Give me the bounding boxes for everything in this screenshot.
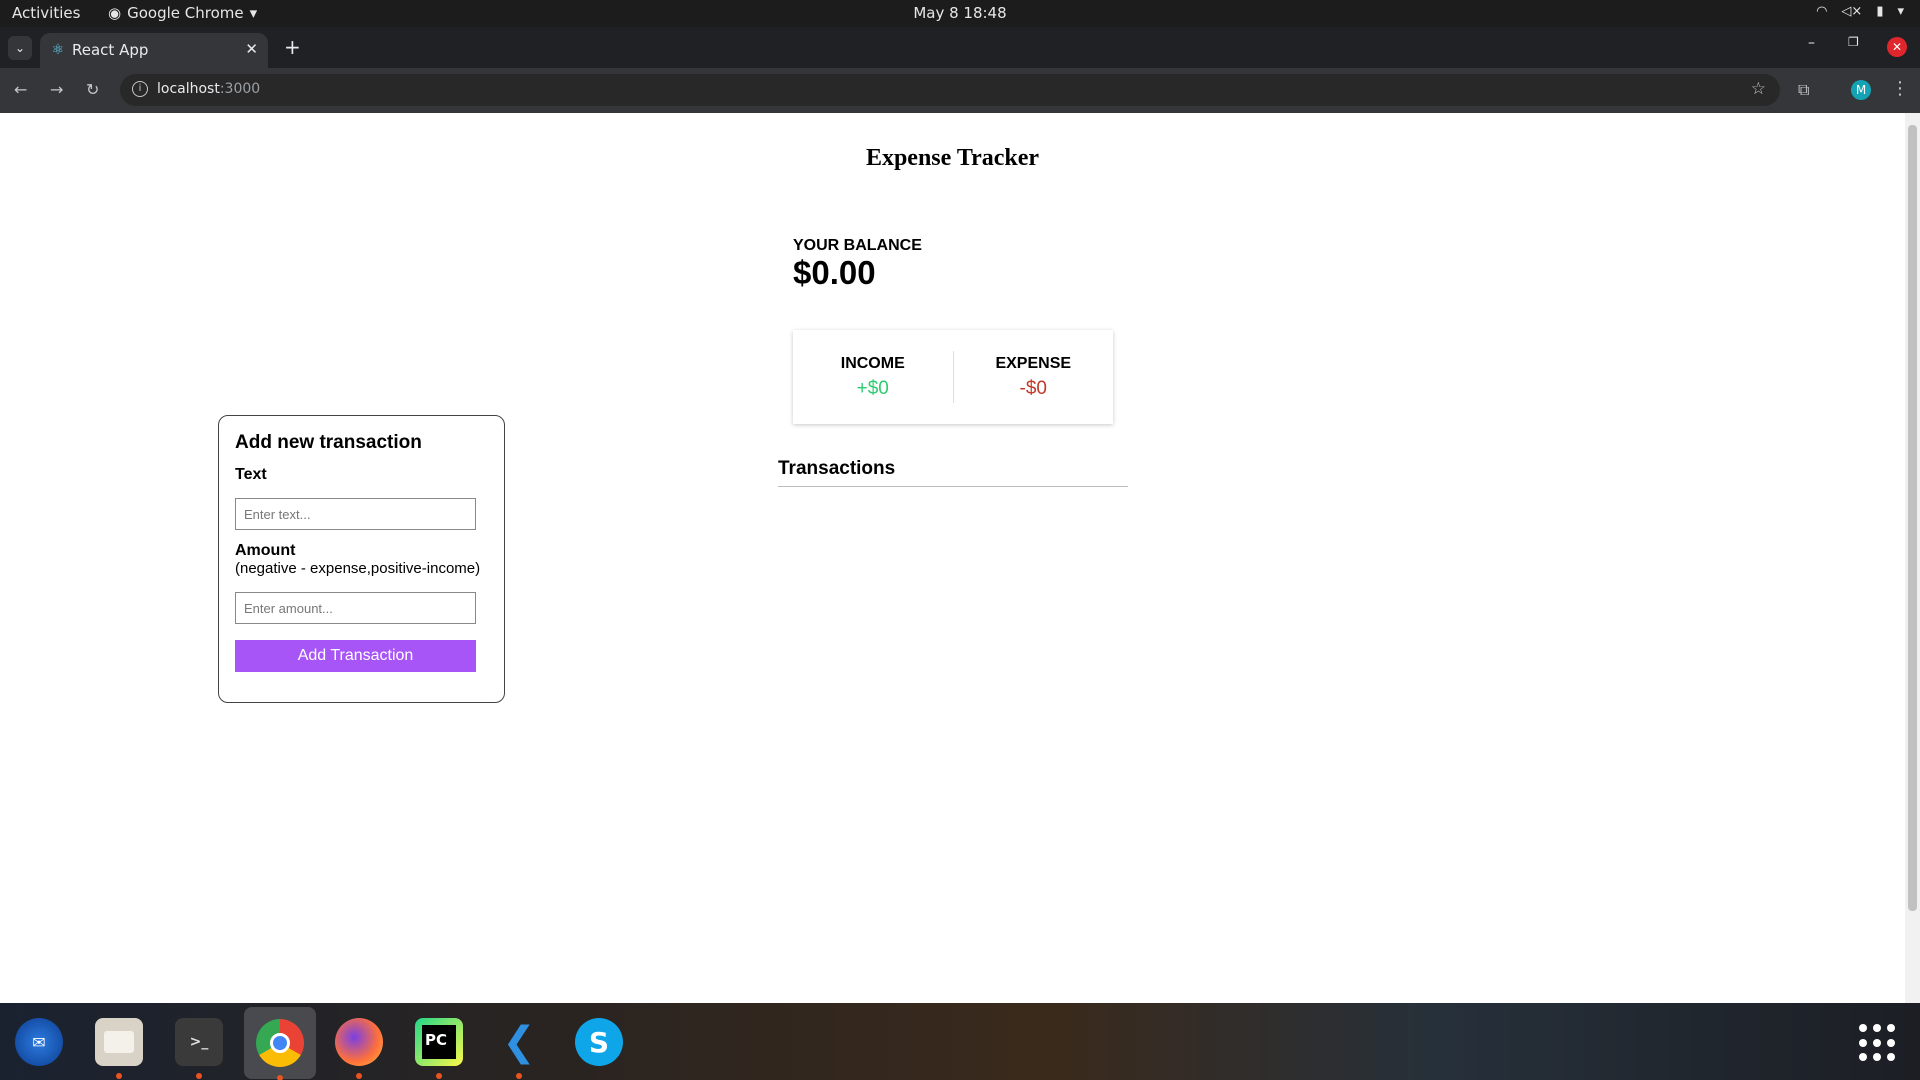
volume-muted-icon: ◁× — [1841, 4, 1863, 19]
transactions-heading: Transactions — [778, 458, 1128, 487]
forward-icon[interactable]: → — [50, 80, 63, 99]
battery-icon: ▮ — [1876, 4, 1884, 19]
running-indicator — [116, 1073, 122, 1079]
url-text[interactable]: localhost:3000 — [157, 81, 260, 97]
new-tab-icon[interactable]: + — [284, 35, 301, 59]
app-grid-icon[interactable] — [1859, 1024, 1897, 1062]
income-expense-card: INCOME +$0 EXPENSE -$0 — [793, 330, 1113, 424]
page-content: Expense Tracker YOUR BALANCE $0.00 INCOM… — [0, 113, 1905, 1003]
amount-hint: (negative - expense,positive-income) — [235, 560, 481, 577]
expense-section: EXPENSE -$0 — [954, 355, 1114, 400]
firefox-launcher[interactable] — [330, 1013, 388, 1079]
form-heading: Add new transaction — [235, 432, 422, 453]
chrome-launcher[interactable] — [244, 1007, 316, 1080]
grid-dot — [1887, 1038, 1895, 1047]
running-indicator — [516, 1073, 522, 1079]
firefox-icon — [335, 1018, 383, 1066]
balance-value: $0.00 — [793, 254, 876, 291]
site-info-icon[interactable]: i — [132, 81, 148, 97]
window-close-icon[interactable]: ✕ — [1887, 37, 1907, 57]
page-scrollbar[interactable] — [1905, 113, 1920, 1003]
expense-label: EXPENSE — [995, 354, 1072, 372]
running-indicator — [277, 1075, 283, 1080]
chevron-down-icon: ⌄ — [14, 41, 26, 55]
add-transaction-button[interactable]: Add Transaction — [235, 640, 476, 672]
url-port: :3000 — [219, 81, 261, 97]
restore-icon[interactable]: ❐ — [1848, 35, 1859, 49]
tab-search-button[interactable]: ⌄ — [8, 36, 32, 60]
app-menu-label: Google Chrome — [127, 4, 244, 22]
income-section: INCOME +$0 — [793, 355, 953, 400]
files-launcher[interactable] — [90, 1013, 148, 1079]
chrome-icon — [256, 1019, 304, 1067]
grid-dot — [1887, 1024, 1895, 1032]
grid-dot — [1887, 1053, 1895, 1062]
page-title: Expense Tracker — [865, 145, 1040, 171]
expense-value: -$0 — [1019, 377, 1047, 399]
url-host: localhost — [157, 81, 220, 97]
clock[interactable]: May 8 18:48 — [913, 4, 1006, 22]
scrollbar-thumb[interactable] — [1908, 125, 1917, 911]
bookmark-star-icon[interactable]: ☆ — [1751, 79, 1766, 99]
terminal-icon: >_ — [175, 1018, 223, 1066]
browser-toolbar: ← → ↻ i localhost:3000 ☆ ⧉ M ⋮ — [0, 68, 1920, 113]
amount-label-text: Amount — [235, 542, 296, 559]
system-tray[interactable]: ◠ ◁× ▮ ▾ — [1816, 4, 1904, 19]
profile-avatar[interactable]: M — [1851, 80, 1871, 100]
minimize-icon[interactable]: – — [1808, 35, 1815, 51]
grid-dot — [1859, 1038, 1867, 1047]
address-bar[interactable]: i localhost:3000 ☆ — [120, 74, 1780, 106]
tab-strip: ⌄ ⚛ React App ✕ + – ❐ ✕ — [0, 27, 1920, 68]
pycharm-icon: PC — [415, 1018, 463, 1066]
thunderbird-icon: ✉ — [15, 1018, 63, 1066]
vscode-launcher[interactable]: ❮ — [490, 1013, 548, 1079]
taskbar-dock: ✉ >_ PC ❮ S — [0, 1003, 1920, 1080]
menu-kebab-icon[interactable]: ⋮ — [1891, 78, 1909, 99]
add-transaction-form: Add new transaction Text Amount(negative… — [218, 415, 505, 703]
tab-react-app[interactable]: ⚛ React App ✕ — [40, 33, 268, 68]
chrome-small-icon: ◉ — [108, 4, 122, 22]
grid-dot — [1859, 1024, 1867, 1032]
activities-button[interactable]: Activities — [12, 4, 80, 22]
running-indicator — [196, 1073, 202, 1079]
tab-title: React App — [72, 41, 149, 59]
close-tab-icon[interactable]: ✕ — [245, 40, 258, 58]
running-indicator — [436, 1073, 442, 1079]
amount-input[interactable] — [235, 592, 476, 624]
pycharm-launcher[interactable]: PC — [410, 1013, 468, 1079]
grid-dot — [1873, 1038, 1881, 1047]
skype-icon: S — [575, 1018, 623, 1066]
back-icon[interactable]: ← — [14, 80, 27, 99]
wifi-icon: ◠ — [1816, 4, 1828, 19]
text-label: Text — [235, 466, 267, 483]
balance-label: YOUR BALANCE — [793, 237, 922, 254]
extensions-icon[interactable]: ⧉ — [1798, 80, 1809, 100]
terminal-launcher[interactable]: >_ — [170, 1013, 228, 1079]
reload-icon[interactable]: ↻ — [86, 80, 99, 99]
app-menu[interactable]: ◉ Google Chrome ▾ — [108, 4, 257, 22]
react-favicon-icon: ⚛ — [51, 42, 65, 58]
system-top-bar: Activities ◉ Google Chrome ▾ May 8 18:48… — [0, 0, 1920, 27]
running-indicator — [356, 1073, 362, 1079]
text-input[interactable] — [235, 498, 476, 530]
skype-launcher[interactable]: S — [570, 1013, 628, 1071]
thunderbird-launcher[interactable]: ✉ — [10, 1013, 68, 1071]
income-value: +$0 — [856, 377, 889, 399]
vscode-icon: ❮ — [502, 1019, 536, 1065]
caret-down-icon: ▾ — [249, 4, 258, 22]
income-label: INCOME — [840, 354, 905, 372]
amount-label: Amount (negative - expense,positive-incom… — [235, 542, 488, 578]
files-icon — [95, 1018, 143, 1066]
grid-dot — [1873, 1053, 1881, 1062]
caret-down-icon: ▾ — [1897, 4, 1904, 19]
grid-dot — [1859, 1053, 1867, 1062]
grid-dot — [1873, 1024, 1881, 1032]
